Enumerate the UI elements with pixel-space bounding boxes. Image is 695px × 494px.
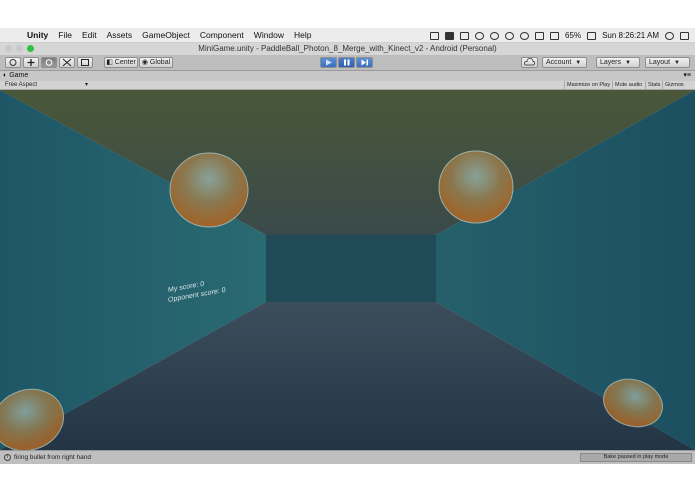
menu-file[interactable]: File (53, 30, 77, 40)
menu-assets[interactable]: Assets (102, 30, 138, 40)
menu-extras: 65% Sun 8:26:21 AM (430, 28, 689, 43)
chevron-down-icon: ▼ (575, 60, 582, 66)
menu-help[interactable]: Help (289, 30, 316, 40)
aspect-dropdown[interactable]: Free Aspect (5, 82, 37, 88)
ball-top-right (438, 150, 514, 224)
window-title-bar: MiniGame.unity - PaddleBall_Photon_8_Mer… (0, 43, 695, 55)
pivot-toggle-button[interactable]: ◧ Center (104, 57, 138, 68)
window-controls (5, 45, 34, 52)
sync-icon[interactable] (475, 31, 485, 40)
ball-top-left (169, 152, 249, 228)
rect-tool-button[interactable] (77, 57, 93, 68)
bluetooth-icon[interactable] (505, 31, 515, 40)
status-message: firing bullet from right hand (14, 454, 91, 461)
chevron-down-icon: ▼ (674, 60, 680, 66)
far-wall (266, 235, 436, 302)
globe-icon: ◉ (141, 59, 148, 66)
menu-app-name[interactable]: Unity (22, 30, 53, 40)
mute-audio-button[interactable]: Mute audio (612, 81, 644, 90)
move-icon (27, 59, 35, 66)
scale-icon (62, 58, 72, 67)
menu-gameobject[interactable]: GameObject (137, 30, 195, 40)
rotate-tool-button[interactable] (41, 57, 57, 68)
close-window-button[interactable] (5, 45, 12, 52)
pivot-icon: ◧ (106, 59, 113, 66)
play-icon (326, 59, 332, 66)
account-label: Account (546, 59, 572, 66)
layers-dropdown[interactable]: Layers ▼ (596, 57, 640, 68)
space-label: Global (149, 59, 171, 66)
cloud-icon (524, 58, 536, 66)
clock[interactable]: Sun 8:26:21 AM (602, 31, 659, 40)
wifi-icon[interactable] (520, 31, 530, 40)
game-tab-label: Game (9, 72, 29, 79)
time-machine-icon[interactable] (490, 31, 500, 40)
scale-tool-button[interactable] (59, 57, 75, 68)
space-toggle-button[interactable]: ◉ Global (139, 57, 173, 68)
cloud-button[interactable] (521, 57, 538, 68)
hand-icon (9, 59, 17, 66)
play-button[interactable] (320, 57, 337, 68)
game-view-icon: ◐ (3, 72, 8, 79)
minimize-window-button[interactable] (16, 45, 23, 52)
layers-label: Layers (600, 59, 622, 66)
move-tool-button[interactable] (23, 57, 39, 68)
pivot-label: Center (114, 59, 136, 66)
hand-tool-button[interactable] (5, 57, 21, 68)
menu-window[interactable]: Window (249, 30, 289, 40)
status-bar: i firing bullet from right hand Bake pau… (0, 450, 695, 464)
volume-icon[interactable] (535, 31, 545, 40)
spotlight-search-icon[interactable] (665, 31, 674, 40)
battery-icon[interactable] (587, 31, 597, 40)
flag-icon[interactable] (550, 31, 560, 40)
layout-dropdown[interactable]: Layout ▼ (645, 57, 690, 68)
account-dropdown[interactable]: Account ▼ (542, 57, 587, 68)
chevron-down-icon: ▾ (85, 82, 89, 88)
gizmos-dropdown[interactable]: Gizmos (662, 81, 686, 90)
window-title: MiniGame.unity - PaddleBall_Photon_8_Mer… (198, 44, 497, 53)
panel-menu-icon[interactable]: ▾≡ (683, 71, 691, 79)
mac-menu-bar: Unity File Edit Assets GameObject Compon… (0, 28, 695, 43)
chevron-down-icon: ▼ (625, 60, 631, 66)
layout-label: Layout (649, 59, 671, 66)
zoom-window-button[interactable] (27, 45, 34, 52)
pause-button[interactable] (338, 57, 355, 68)
step-button[interactable] (356, 57, 373, 68)
pause-icon (344, 59, 350, 66)
photo-icon[interactable] (460, 31, 470, 40)
menu-component[interactable]: Component (195, 30, 249, 40)
game-view-toolbar: Free Aspect ▾ Maximize on Play Mute audi… (0, 81, 695, 90)
maximize-on-play-button[interactable]: Maximize on Play (564, 81, 612, 90)
game-panel-header: ◐ Game ▾≡ (0, 71, 695, 81)
tab-game[interactable]: ◐ Game (3, 72, 28, 79)
rotate-icon (45, 59, 53, 66)
info-icon: i (4, 454, 11, 461)
rect-icon (81, 59, 89, 66)
menu-edit[interactable]: Edit (77, 30, 102, 40)
notification-center-icon[interactable] (680, 31, 689, 40)
console-status[interactable]: i firing bullet from right hand (4, 454, 91, 461)
bake-status: Bake paused in play mode (580, 453, 692, 462)
step-icon (361, 59, 368, 66)
evernote-icon[interactable] (445, 31, 455, 40)
battery-percent: 65% (565, 31, 582, 40)
airplay-icon[interactable] (430, 31, 440, 40)
unity-toolbar: ◧ Center ◉ Global Account ▼ Layers ▼ Layou… (0, 55, 695, 71)
stats-button[interactable]: Stats (645, 81, 663, 90)
game-viewport[interactable]: My score: 0 Opponent score: 0 (0, 90, 695, 450)
